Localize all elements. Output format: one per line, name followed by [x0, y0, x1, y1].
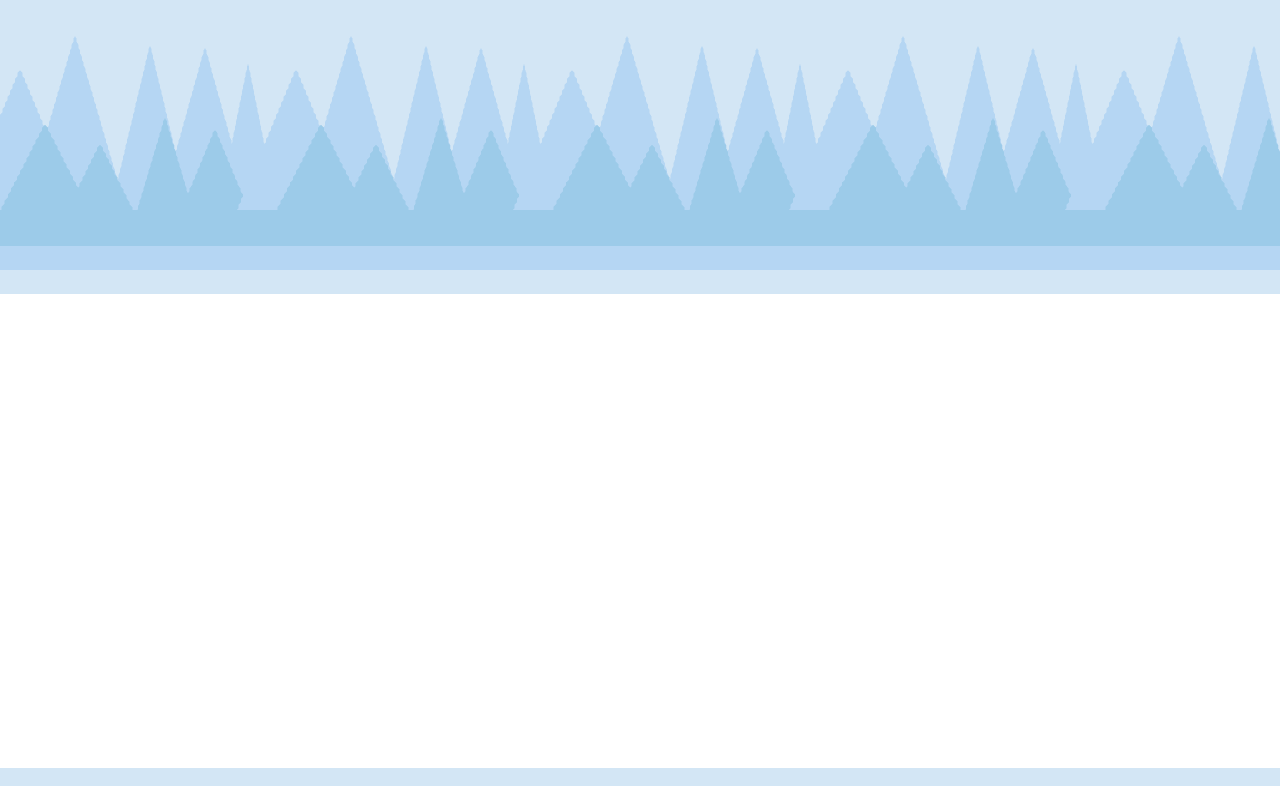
ground-band-top: [0, 246, 1280, 270]
forest-floor: [0, 210, 1280, 246]
play-area: [0, 294, 1280, 768]
bottom-strip: [0, 768, 1280, 786]
ground-band-bottom: [0, 270, 1280, 294]
game-scene: [0, 0, 1280, 786]
pine-forest-silhouette: [0, 33, 1280, 246]
